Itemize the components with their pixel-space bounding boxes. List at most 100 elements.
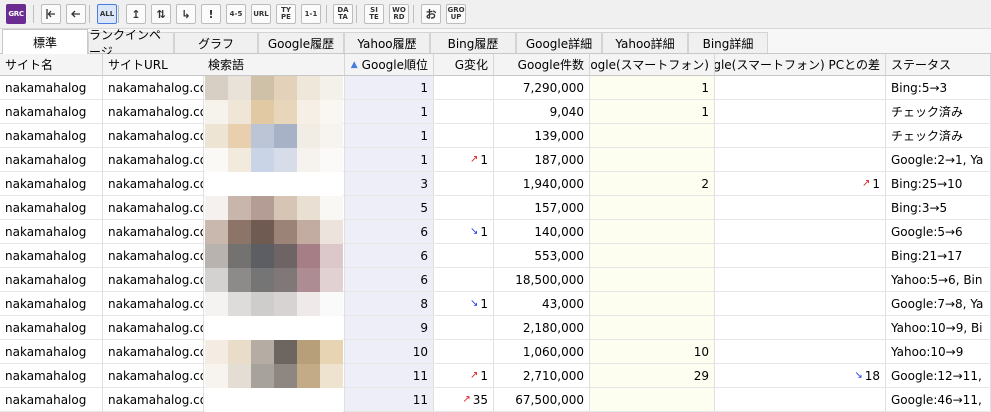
google-rank-cell[interactable]: 1 bbox=[345, 148, 434, 172]
g-change-cell[interactable] bbox=[434, 316, 494, 340]
google-mobile-cell[interactable] bbox=[590, 148, 715, 172]
table-row[interactable]: nakamahalog nakamahalog.co 6 ↘ 1 140,000 Googl… bbox=[0, 220, 991, 244]
site-name-cell[interactable]: nakamahalog bbox=[0, 124, 103, 148]
site-name-cell[interactable]: nakamahalog bbox=[0, 100, 103, 124]
g-change-cell[interactable] bbox=[434, 340, 494, 364]
google-mobile-cell[interactable] bbox=[590, 268, 715, 292]
status-cell[interactable]: Google:2→1, Ya bbox=[886, 148, 991, 172]
site-name-cell[interactable]: nakamahalog bbox=[0, 316, 103, 340]
site-url-cell[interactable]: nakamahalog.co bbox=[103, 388, 204, 412]
site-url-cell[interactable]: nakamahalog.co bbox=[103, 196, 204, 220]
table-row[interactable]: nakamahalog nakamahalog.co 1 ↗ 1 187,000 Googl… bbox=[0, 148, 991, 172]
col-google-count-header[interactable]: Google件数 bbox=[494, 54, 590, 76]
google-mobile-cell[interactable] bbox=[590, 388, 715, 412]
status-cell[interactable]: Google:7→8, Ya bbox=[886, 292, 991, 316]
google-count-cell[interactable]: 187,000 bbox=[494, 148, 590, 172]
status-cell[interactable]: Bing:21→17 bbox=[886, 244, 991, 268]
tab-5[interactable]: Yahoo履歴 bbox=[344, 32, 430, 53]
tab-7[interactable]: Google詳細 bbox=[516, 32, 602, 53]
mobile-diff-cell[interactable] bbox=[715, 76, 886, 100]
google-rank-cell[interactable]: 8 bbox=[345, 292, 434, 316]
site-name-cell[interactable]: nakamahalog bbox=[0, 244, 103, 268]
g-change-cell[interactable] bbox=[434, 172, 494, 196]
google-count-cell[interactable]: 1,060,000 bbox=[494, 340, 590, 364]
g-change-cell[interactable] bbox=[434, 124, 494, 148]
google-mobile-cell[interactable]: 1 bbox=[590, 76, 715, 100]
g-change-cell[interactable]: ↗ 1 bbox=[434, 148, 494, 172]
status-cell[interactable]: Yahoo:5→6, Bin bbox=[886, 268, 991, 292]
google-mobile-cell[interactable]: 10 bbox=[590, 340, 715, 364]
google-rank-cell[interactable]: 1 bbox=[345, 124, 434, 148]
url-button[interactable]: URL bbox=[251, 4, 271, 24]
site-url-cell[interactable]: nakamahalog.co bbox=[103, 172, 204, 196]
mobile-diff-cell[interactable] bbox=[715, 268, 886, 292]
table-row[interactable]: nakamahalog nakamahalog.co 10 1,060,000 10 Ya… bbox=[0, 340, 991, 364]
g-change-cell[interactable] bbox=[434, 100, 494, 124]
tab-9[interactable]: Bing詳細 bbox=[688, 32, 768, 53]
mobile-diff-cell[interactable]: ↘ 18 bbox=[715, 364, 886, 388]
site-url-cell[interactable]: nakamahalog.co bbox=[103, 148, 204, 172]
o-button[interactable]: お bbox=[421, 4, 441, 24]
g-change-cell[interactable] bbox=[434, 196, 494, 220]
status-cell[interactable]: チェック済み bbox=[886, 124, 991, 148]
google-rank-cell[interactable]: 6 bbox=[345, 244, 434, 268]
mobile-diff-cell[interactable] bbox=[715, 244, 886, 268]
site-name-cell[interactable]: nakamahalog bbox=[0, 172, 103, 196]
status-cell[interactable]: Bing:3→5 bbox=[886, 196, 991, 220]
col-google-mobile-header[interactable]: Google(スマートフォン) bbox=[590, 54, 715, 76]
site-name-cell[interactable]: nakamahalog bbox=[0, 220, 103, 244]
mobile-diff-cell[interactable] bbox=[715, 388, 886, 412]
google-count-cell[interactable]: 157,000 bbox=[494, 196, 590, 220]
grc-logo[interactable]: GRC bbox=[6, 4, 26, 24]
google-rank-cell[interactable]: 10 bbox=[345, 340, 434, 364]
status-cell[interactable]: Google:46→11, bbox=[886, 388, 991, 412]
google-count-cell[interactable]: 67,500,000 bbox=[494, 388, 590, 412]
status-cell[interactable]: Bing:5→3 bbox=[886, 76, 991, 100]
g-change-cell[interactable] bbox=[434, 76, 494, 100]
status-cell[interactable]: Yahoo:10→9 bbox=[886, 340, 991, 364]
table-row[interactable]: nakamahalog nakamahalog.co 6 553,000 Bing:21… bbox=[0, 244, 991, 268]
site-name-cell[interactable]: nakamahalog bbox=[0, 340, 103, 364]
rank-up-button[interactable]: ↥ bbox=[126, 4, 146, 24]
word-button[interactable]: WO RD bbox=[389, 4, 409, 24]
google-rank-cell[interactable]: 3 bbox=[345, 172, 434, 196]
google-mobile-cell[interactable]: 29 bbox=[590, 364, 715, 388]
google-mobile-cell[interactable] bbox=[590, 220, 715, 244]
g-change-cell[interactable]: ↗ 1 bbox=[434, 364, 494, 388]
site-url-cell[interactable]: nakamahalog.co bbox=[103, 220, 204, 244]
back-icon[interactable] bbox=[66, 4, 86, 24]
status-cell[interactable]: Google:12→11, bbox=[886, 364, 991, 388]
tab-6[interactable]: Bing履歴 bbox=[430, 32, 516, 53]
table-row[interactable]: nakamahalog nakamahalog.co 6 18,500,000 Yaho… bbox=[0, 268, 991, 292]
status-cell[interactable]: Google:5→6 bbox=[886, 220, 991, 244]
site-url-cell[interactable]: nakamahalog.co bbox=[103, 76, 204, 100]
google-rank-cell[interactable]: 11 bbox=[345, 364, 434, 388]
google-count-cell[interactable]: 140,000 bbox=[494, 220, 590, 244]
table-row[interactable]: nakamahalog nakamahalog.co 11 ↗ 1 2,710,000 29… bbox=[0, 364, 991, 388]
mobile-diff-cell[interactable] bbox=[715, 220, 886, 244]
table-row[interactable]: nakamahalog nakamahalog.co 3 1,940,000 2 ↗ 1 Bi… bbox=[0, 172, 991, 196]
google-count-cell[interactable]: 2,710,000 bbox=[494, 364, 590, 388]
all-button[interactable]: ALL bbox=[97, 4, 117, 24]
site-url-cell[interactable]: nakamahalog.co bbox=[103, 100, 204, 124]
site-url-cell[interactable]: nakamahalog.co bbox=[103, 364, 204, 388]
google-mobile-cell[interactable] bbox=[590, 196, 715, 220]
table-row[interactable]: nakamahalog nakamahalog.co 8 ↘ 1 43,000 Google… bbox=[0, 292, 991, 316]
g-change-cell[interactable] bbox=[434, 268, 494, 292]
google-count-cell[interactable]: 18,500,000 bbox=[494, 268, 590, 292]
google-rank-cell[interactable]: 5 bbox=[345, 196, 434, 220]
mobile-diff-cell[interactable]: ↗ 1 bbox=[715, 172, 886, 196]
status-cell[interactable]: Yahoo:10→9, Bi bbox=[886, 316, 991, 340]
site-name-cell[interactable]: nakamahalog bbox=[0, 292, 103, 316]
col-g-change-header[interactable]: G変化 bbox=[434, 54, 494, 76]
google-count-cell[interactable]: 139,000 bbox=[494, 124, 590, 148]
col-site-name-header[interactable]: サイト名 bbox=[0, 54, 103, 76]
table-row[interactable]: nakamahalog nakamahalog.co 1 7,290,000 1 Bing… bbox=[0, 76, 991, 100]
data-button[interactable]: DA TA bbox=[333, 4, 353, 24]
site-url-cell[interactable]: nakamahalog.co bbox=[103, 268, 204, 292]
mobile-diff-cell[interactable] bbox=[715, 292, 886, 316]
col-keyword-header[interactable]: 検索語 bbox=[203, 54, 345, 76]
google-count-cell[interactable]: 2,180,000 bbox=[494, 316, 590, 340]
range-button[interactable]: 4-5 bbox=[226, 4, 246, 24]
group-button[interactable]: GRO UP bbox=[446, 4, 466, 24]
